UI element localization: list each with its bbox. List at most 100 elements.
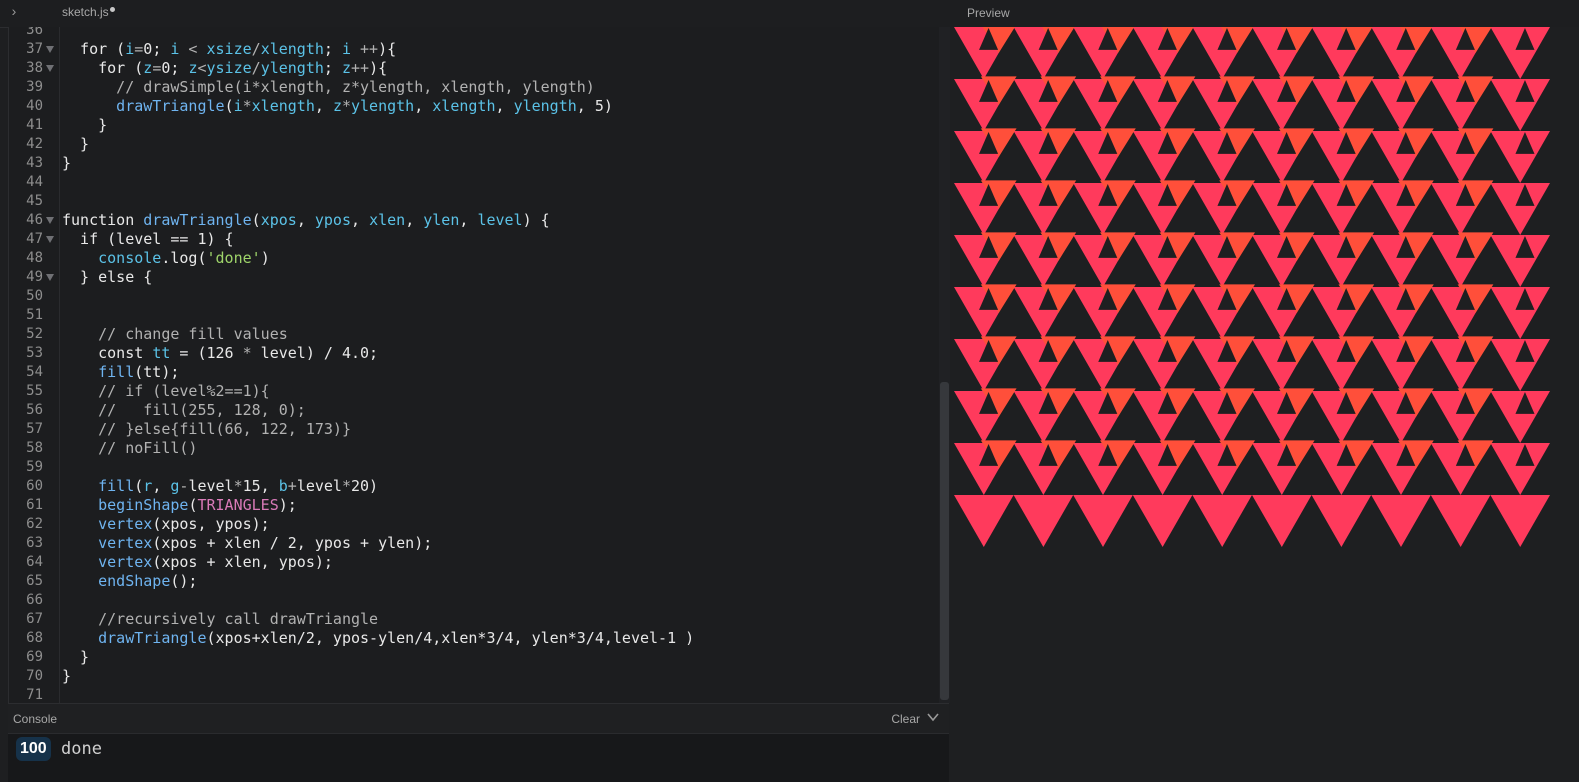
code-line[interactable]: 50 (9, 287, 950, 306)
code-line[interactable]: 54 fill(tt); (9, 363, 950, 382)
line-number: 71 (26, 687, 43, 703)
code-line[interactable]: 66 (9, 591, 950, 610)
editor-scrollbar[interactable] (939, 27, 950, 703)
code-token: xlength (251, 97, 315, 115)
code-text: for (z=0; z<ysize/ylength; z++){ (62, 59, 387, 78)
code-line[interactable]: 56 // fill(255, 128, 0); (9, 401, 950, 420)
code-token: ) (603, 97, 613, 115)
code-line[interactable]: 41 } (9, 116, 950, 135)
code-token: TRIANGLES (197, 496, 279, 514)
chevron-down-icon[interactable] (926, 710, 940, 724)
code-token: } (62, 116, 108, 134)
code-token: b (278, 477, 288, 495)
fold-arrow-icon[interactable] (46, 274, 54, 281)
code-text: vertex(xpos + xlen / 2, ypos + ylen); (62, 534, 432, 553)
line-number: 63 (26, 535, 43, 551)
sidebar-toggle-chevron-icon[interactable]: › (6, 3, 22, 19)
code-line[interactable]: 67 //recursively call drawTriangle (9, 610, 950, 629)
code-text: for (i=0; i < xsize/xlength; i ++){ (62, 40, 396, 59)
code-line[interactable]: 71 (9, 686, 950, 703)
fold-arrow-icon[interactable] (46, 236, 54, 243)
line-number: 44 (26, 174, 43, 190)
file-tab[interactable]: sketch.js (62, 5, 115, 19)
code-line[interactable]: 63 vertex(xpos + xlen / 2, ypos + ylen); (9, 534, 950, 553)
code-line[interactable]: 48 console.log('done') (9, 249, 950, 268)
code-line[interactable]: 64 vertex(xpos + xlen, ypos); (9, 553, 950, 572)
code-line[interactable]: 39 // drawSimple(i*xlength, z*ylength, x… (9, 78, 950, 97)
line-number: 62 (26, 516, 43, 532)
code-line[interactable]: 44 (9, 173, 950, 192)
line-number: 45 (26, 193, 43, 209)
code-token: 0 (143, 40, 153, 58)
code-line[interactable]: 53 const tt = (126 * level) / 4.0; (9, 344, 950, 363)
line-number: 46 (26, 212, 43, 228)
code-line[interactable]: 69 } (9, 648, 950, 667)
code-line[interactable]: 59 (9, 458, 950, 477)
pattern-triangle (1490, 27, 1550, 79)
pattern-triangle (1073, 495, 1133, 547)
code-editor[interactable]: 36 37 for (i=0; i < xsize/xlength; i ++){… (8, 27, 951, 703)
code-line[interactable]: 57 // }else{fill(66, 122, 173)} (9, 420, 950, 439)
code-token: level (188, 477, 234, 495)
code-token: , (152, 477, 171, 495)
code-token: for ( (62, 40, 126, 58)
code-line[interactable]: 46 function drawTriangle(xpos, ypos, xlen… (9, 211, 950, 230)
code-token: z (341, 59, 351, 77)
code-token: z (143, 59, 153, 77)
clear-console-button[interactable]: Clear (891, 712, 920, 726)
code-token: ++ (351, 40, 379, 58)
code-line[interactable]: 49 } else { (9, 268, 950, 287)
code-line[interactable]: 58 // noFill() (9, 439, 950, 458)
code-token: for ( (62, 59, 144, 77)
code-token: vertex (62, 515, 153, 533)
code-line[interactable]: 42 } (9, 135, 950, 154)
line-number: 49 (26, 269, 43, 285)
code-line[interactable]: 65 endShape(); (9, 572, 950, 591)
code-token: ylen (423, 211, 460, 229)
pattern-triangle (1490, 391, 1550, 443)
sketch-canvas[interactable] (954, 27, 1550, 547)
code-line[interactable]: 36 (9, 27, 950, 40)
code-token: i (341, 40, 351, 58)
code-token: //recursively call drawTriangle (62, 610, 379, 628)
code-token: * (341, 97, 351, 115)
code-token: , (351, 211, 370, 229)
code-token: fill (62, 363, 135, 381)
fold-arrow-icon[interactable] (46, 46, 54, 53)
pattern-triangle (1013, 495, 1074, 547)
line-number: 57 (26, 421, 43, 437)
code-token: .log( (161, 249, 207, 267)
code-line[interactable]: 68 drawTriangle(xpos+xlen/2, ypos-ylen/4… (9, 629, 950, 648)
code-line[interactable]: 38 for (z=0; z<ysize/ylength; z++){ (9, 59, 950, 78)
code-token: ) { (522, 211, 550, 229)
code-text: } (62, 135, 89, 154)
code-text: // change fill values (62, 325, 288, 344)
code-line[interactable]: 60 fill(r, g-level*15, b+level*20) (9, 477, 950, 496)
code-token: (); (170, 572, 198, 590)
code-line[interactable]: 45 (9, 192, 950, 211)
code-token: , (459, 211, 478, 229)
editor-scrollbar-thumb[interactable] (940, 382, 949, 700)
code-token: ++ (351, 59, 370, 77)
code-line[interactable]: 51 (9, 306, 950, 325)
code-text: beginShape(TRIANGLES); (62, 496, 297, 515)
code-token: ; (170, 59, 189, 77)
pattern-triangle (1132, 495, 1193, 547)
pattern-triangle (1490, 443, 1550, 495)
code-token: } else { (62, 268, 153, 286)
code-line[interactable]: 61 beginShape(TRIANGLES); (9, 496, 950, 515)
code-text: } (62, 154, 71, 173)
code-line[interactable]: 47 if (level == 1) { (9, 230, 950, 249)
code-line[interactable]: 70} (9, 667, 950, 686)
code-line[interactable]: 40 drawTriangle(i*xlength, z*ylength, xl… (9, 97, 950, 116)
fold-arrow-icon[interactable] (46, 65, 54, 72)
line-number: 47 (26, 231, 43, 247)
pattern-triangle (1192, 495, 1252, 547)
code-line[interactable]: 62 vertex(xpos, ypos); (9, 515, 950, 534)
code-line[interactable]: 43} (9, 154, 950, 173)
code-line[interactable]: 52 // change fill values (9, 325, 950, 344)
code-line[interactable]: 37 for (i=0; i < xsize/xlength; i ++){ (9, 40, 950, 59)
fold-arrow-icon[interactable] (46, 217, 54, 224)
code-token: , (414, 97, 433, 115)
code-line[interactable]: 55 // if (level%2==1){ (9, 382, 950, 401)
